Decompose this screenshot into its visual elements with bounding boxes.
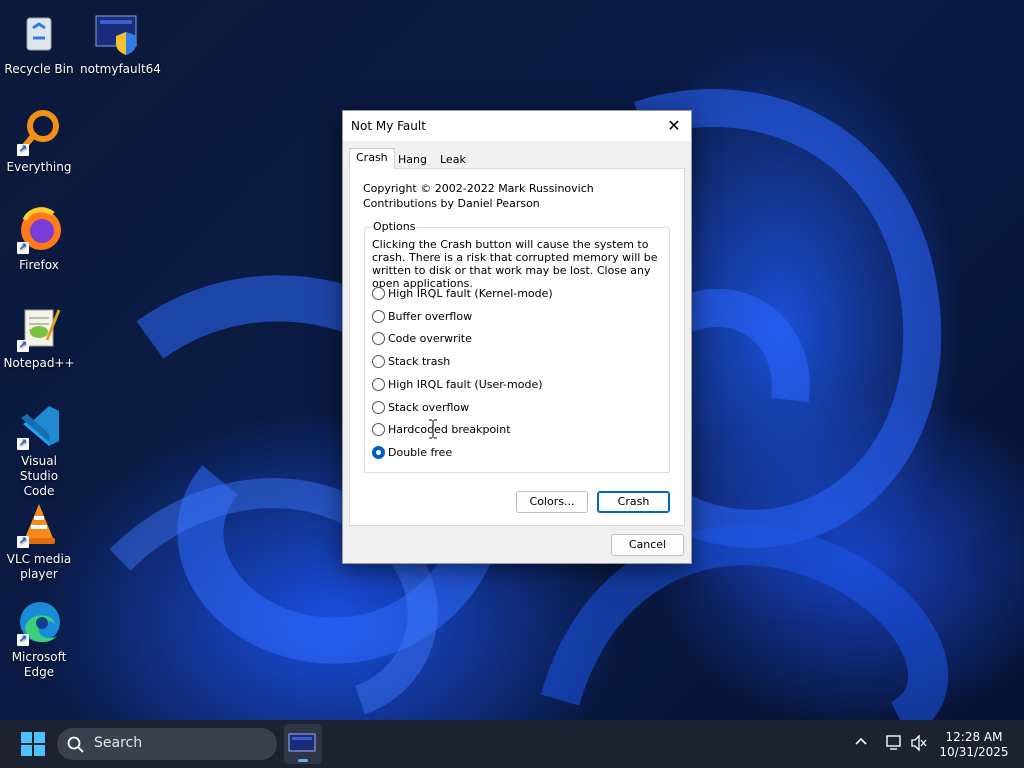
desktop-icon-vscode[interactable]: ↗ Visual Studio Code <box>3 402 75 499</box>
firefox-icon: ↗ <box>15 206 63 254</box>
radio-label: High IRQL fault (Kernel-mode) <box>388 287 553 300</box>
notmyfault-icon <box>92 10 140 58</box>
radio-label: Stack trash <box>388 355 451 368</box>
desktop-icon-notepadpp[interactable]: ↗ Notepad++ <box>3 304 75 371</box>
running-indicator <box>298 759 308 762</box>
desktop-icon-label: Notepad++ <box>3 356 75 370</box>
radio-label: High IRQL fault (User-mode) <box>388 378 543 391</box>
radio-button-checked[interactable] <box>372 446 385 459</box>
desktop-icon-label: Firefox <box>19 258 59 272</box>
start-button[interactable] <box>21 732 45 756</box>
options-description: Clicking the Crash button will cause the… <box>372 238 658 290</box>
desktop-icon-label: VLC media player <box>6 552 72 581</box>
copyright-text: Copyright © 2002-2022 Mark Russinovich C… <box>363 181 594 211</box>
chevron-up-icon <box>855 737 867 745</box>
shortcut-arrow-icon: ↗ <box>17 242 29 254</box>
tab-leak[interactable]: Leak <box>433 150 473 170</box>
volume-muted-icon <box>911 734 927 752</box>
radio-button[interactable] <box>372 287 385 300</box>
shortcut-arrow-icon: ↗ <box>17 536 29 548</box>
notmyfault-taskbar-icon <box>288 733 316 752</box>
close-icon: ✕ <box>667 116 681 135</box>
vlc-cone-icon: ↗ <box>15 500 63 548</box>
cancel-button[interactable]: Cancel <box>611 534 684 556</box>
clock-time: 12:28 AM <box>945 730 1003 744</box>
options-group-label: Options <box>371 220 418 233</box>
desktop-icon-firefox[interactable]: ↗ Firefox <box>3 206 75 273</box>
volume-tray-button[interactable] <box>910 734 928 755</box>
taskbar-search[interactable]: Search <box>57 728 277 760</box>
window-title: Not My Fault <box>351 119 426 133</box>
options-group: Options Clicking the Crash button will c… <box>364 220 670 473</box>
clock[interactable]: 12:28 AM 10/31/2025 <box>937 730 1011 760</box>
windows-logo-icon <box>21 732 45 756</box>
vscode-icon: ↗ <box>15 402 63 450</box>
copyright-line: Copyright © 2002-2022 Mark Russinovich <box>363 182 594 195</box>
edge-icon: ↗ <box>15 598 63 646</box>
radio-button[interactable] <box>372 378 385 391</box>
crash-button[interactable]: Crash <box>597 491 670 513</box>
text-cursor-icon <box>429 419 437 439</box>
everything-magnifier-icon: ↗ <box>15 108 63 156</box>
tab-hang[interactable]: Hang <box>391 150 434 170</box>
radio-button[interactable] <box>372 355 385 368</box>
radio-label: Stack overflow <box>388 401 470 414</box>
close-button[interactable]: ✕ <box>663 116 685 136</box>
title-bar[interactable]: Not My Fault ✕ <box>343 111 691 141</box>
radio-button[interactable] <box>372 310 385 323</box>
not-my-fault-dialog: Not My Fault ✕ Crash Hang Leak Copyright… <box>342 110 692 564</box>
desktop-icon-notmyfault64[interactable]: notmyfault64 <box>80 10 161 77</box>
contributions-line: Contributions by Daniel Pearson <box>363 197 540 210</box>
clock-date: 10/31/2025 <box>939 745 1009 759</box>
radio-label: Code overwrite <box>388 332 472 345</box>
recycle-bin-icon <box>15 10 63 58</box>
tab-crash[interactable]: Crash <box>349 148 395 170</box>
desktop-icon-vlc[interactable]: ↗ VLC media player <box>3 500 75 582</box>
radio-label: Buffer overflow <box>388 310 473 323</box>
desktop-icon-label: Visual Studio Code <box>19 454 59 498</box>
desktop-icon-label: Microsoft Edge <box>11 650 67 679</box>
network-icon <box>886 735 901 750</box>
taskbar: Search 12:28 AM 10/31/2025 <box>0 720 1024 768</box>
desktop-icon-edge[interactable]: ↗ Microsoft Edge <box>3 598 75 680</box>
radio-button[interactable] <box>372 401 385 414</box>
shortcut-arrow-icon: ↗ <box>17 634 29 646</box>
colors-button[interactable]: Colors... <box>516 491 588 513</box>
crash-tab-panel: Copyright © 2002-2022 Mark Russinovich C… <box>349 168 685 526</box>
desktop-icon-recycle-bin[interactable]: Recycle Bin <box>3 10 75 77</box>
network-tray-button[interactable] <box>885 734 903 755</box>
shortcut-arrow-icon: ↗ <box>17 340 29 352</box>
desktop-icon-label: Everything <box>6 160 72 174</box>
radio-label: Double free <box>388 446 453 459</box>
radio-button[interactable] <box>372 423 385 436</box>
radio-label: Hardcoded breakpoint <box>388 423 511 436</box>
desktop-icon-everything[interactable]: ↗ Everything <box>3 108 75 175</box>
search-icon <box>67 736 84 753</box>
desktop-icon-label: notmyfault64 <box>80 62 161 76</box>
notepadpp-icon: ↗ <box>15 304 63 352</box>
show-hidden-icons-button[interactable] <box>854 734 868 752</box>
taskbar-app-notmyfault[interactable] <box>284 724 322 764</box>
radio-button[interactable] <box>372 332 385 345</box>
search-placeholder: Search <box>94 735 143 751</box>
desktop-icon-label: Recycle Bin <box>4 62 74 76</box>
shortcut-arrow-icon: ↗ <box>17 144 29 156</box>
shortcut-arrow-icon: ↗ <box>17 438 29 450</box>
